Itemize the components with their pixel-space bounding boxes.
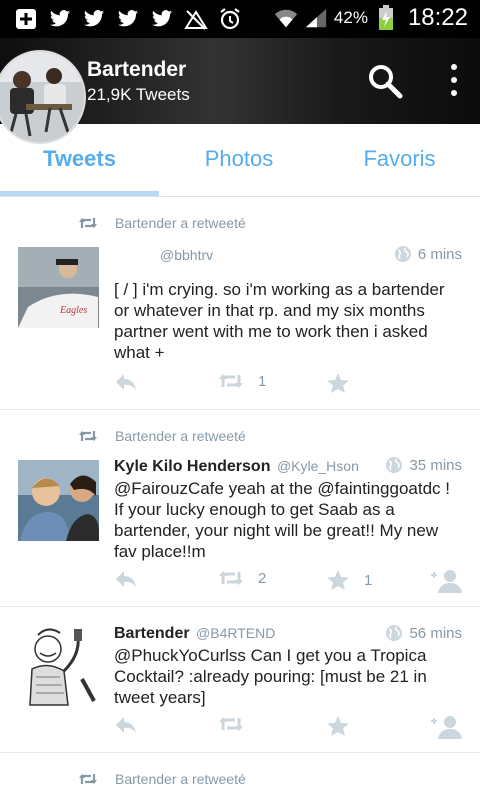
reply-button[interactable] [114,372,138,392]
time-label: 6 mins [417,245,462,263]
time-label: 35 mins [409,456,462,474]
star-icon [327,373,349,393]
tweet-time: 6 mins [394,245,462,263]
avatar[interactable] [18,460,99,541]
tweet-count: 21,9K Tweets [87,85,190,104]
more-dot-icon [451,64,457,70]
retweet-button[interactable]: 2 [218,569,266,587]
twitter-bird-icon [82,7,106,31]
battery-charging-icon [374,5,398,30]
status-bar: 42% 18:22 [0,0,480,38]
overflow-menu-button[interactable] [440,60,468,100]
retweet-icon [79,431,97,441]
tweet-actions [114,715,464,739]
clock: 18:22 [407,4,468,31]
reply-button[interactable] [114,569,138,589]
profile-name: Bartender [87,58,187,81]
tweet-item[interactable]: Bartender a retweeté Kyle Kilo Henderson… [0,410,480,607]
tweet-item[interactable]: Bartender a retweeté Eagles @bbhtrv 6 mi… [0,197,480,410]
no-signal-icon [184,7,208,31]
add-icon [14,7,38,31]
retweet-icon [219,717,243,731]
twitter-bird-icon [116,7,140,31]
avatar[interactable]: Eagles [18,247,99,328]
more-dot-icon [451,90,457,96]
add-user-icon [431,716,462,739]
tweet-item[interactable]: Bartender a retweeté [0,753,480,800]
retweet-icon [219,374,243,388]
twitter-bird-icon [48,7,72,31]
author-name: Bartender [114,625,190,642]
battery-percentage: 42% [333,8,368,27]
star-icon [327,570,349,590]
avatar[interactable] [18,625,99,706]
favorite-button[interactable]: 1 [326,569,372,591]
svg-text:Eagles: Eagles [59,305,87,316]
retweet-label: Bartender a retweeté [115,215,246,231]
tweet-text: [ / ] i'm crying. so i'm working as a ba… [114,280,445,362]
follow-button[interactable] [430,569,462,593]
reply-icon [116,717,136,733]
author-handle: @Kyle_Hson [276,458,359,474]
system-icons: 42% 18:22 [274,4,468,32]
tweet-author: @bbhtrv [158,247,213,265]
retweet-icon [219,571,243,585]
more-dot-icon [451,77,457,83]
wifi-icon [274,6,298,30]
retweet-icon [79,218,97,228]
globe-icon [386,625,403,641]
retweet-label: Bartender a retweeté [115,428,246,444]
tweet-text: @PhuckYoCurlss Can I get you a Tropica C… [114,646,427,707]
retweet-context: Bartender a retweeté [78,215,246,231]
retweet-button[interactable] [218,715,244,733]
tab-favoris[interactable]: Favoris [319,146,480,172]
search-icon [369,65,403,99]
tweet-actions: 2 1 [114,569,464,593]
retweet-icon [79,774,97,784]
tweet-time: 35 mins [385,456,462,474]
author-handle: @B4RTEND [196,625,276,641]
tab-tweets[interactable]: Tweets [0,146,159,172]
retweet-count: 1 [258,372,267,390]
time-label: 56 mins [409,624,462,642]
retweet-context: Bartender a retweeté [78,428,246,444]
retweet-count: 2 [258,569,267,587]
add-user-icon [431,570,462,593]
globe-icon [394,246,411,262]
follow-button[interactable] [430,715,462,739]
search-button[interactable] [366,62,404,100]
tab-photos[interactable]: Photos [159,146,319,172]
favorite-button[interactable] [326,715,350,737]
author-handle: @bbhtrv [160,247,214,263]
tweet-text: @FairouzCafe yeah at the @faintinggoatdc… [114,479,450,561]
notification-icons [14,7,242,31]
retweet-context: Bartender a retweeté [78,771,246,787]
star-icon [327,716,349,736]
signal-icon [304,6,328,30]
reply-icon [116,571,136,587]
tweet-actions: 1 [114,372,464,396]
reply-icon [116,374,136,390]
favorite-count: 1 [364,571,373,589]
tweet-author: Bartender @B4RTEND [114,625,275,643]
author-name: Kyle Kilo Henderson [114,458,271,475]
favorite-button[interactable] [326,372,364,394]
twitter-bird-icon [150,7,174,31]
reply-button[interactable] [114,715,138,735]
retweet-label: Bartender a retweeté [115,771,246,787]
globe-icon [386,457,403,473]
retweet-button[interactable]: 1 [218,372,266,390]
tweet-time: 56 mins [385,624,462,642]
active-tab-indicator [0,191,159,196]
tweet-item[interactable]: Bartender @B4RTEND 56 mins @PhuckYoCurls… [0,607,480,753]
tweet-author: Kyle Kilo Henderson @Kyle_Hson [114,458,359,476]
profile-tabs: Tweets Photos Favoris [0,124,480,197]
alarm-icon [218,7,242,31]
